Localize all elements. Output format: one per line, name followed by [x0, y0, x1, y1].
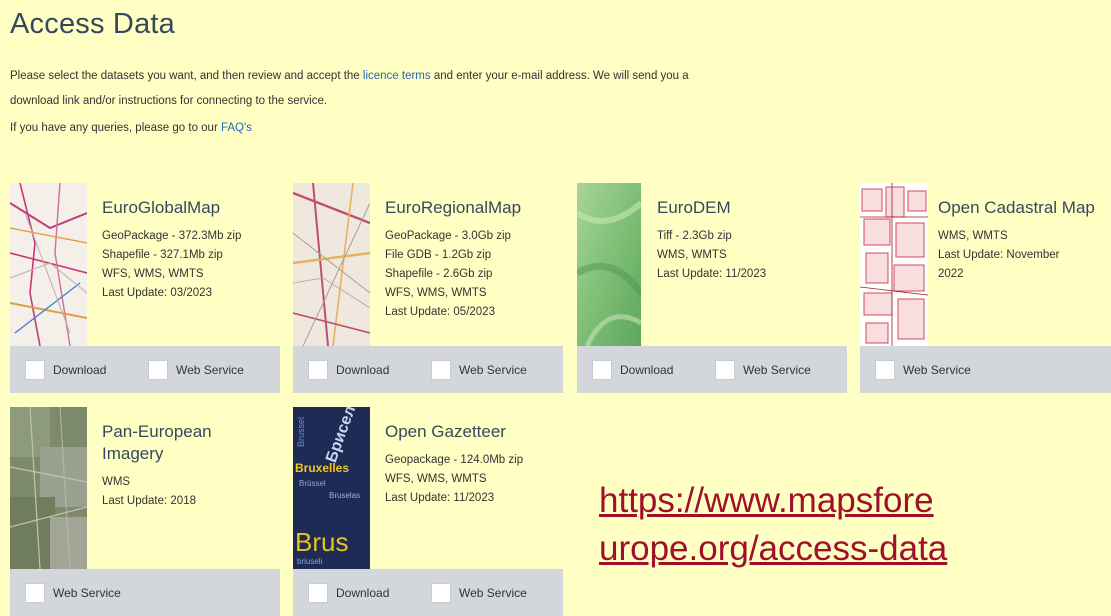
eurodem-info: EuroDEM Tiff - 2.3Gb zip WMS, WMTS Last …	[657, 197, 837, 284]
access-data-url-link[interactable]: https://www.mapsfore urope.org/access-dat…	[599, 477, 947, 573]
dataset-detail: Last Update: November	[938, 249, 1060, 261]
page-title: Access Data	[10, 8, 175, 40]
dataset-detail: WMS, WMTS	[938, 230, 1008, 242]
dataset-detail: WMS	[102, 476, 131, 488]
pan-european-imagery-thumbnail	[10, 407, 87, 569]
web-service-checkbox[interactable]	[431, 583, 451, 603]
web-service-option[interactable]: Web Service	[148, 359, 244, 381]
dataset-card-open-cadastral-map: Open Cadastral Map WMS, WMTS Last Update…	[860, 183, 1111, 393]
web-service-checkbox[interactable]	[25, 583, 45, 603]
gazetteer-word: Bruselas	[329, 491, 361, 500]
web-service-label: Web Service	[53, 586, 121, 600]
web-service-checkbox[interactable]	[148, 360, 168, 380]
dataset-name: Pan-European Imagery	[102, 422, 212, 463]
download-option[interactable]: Download	[25, 359, 106, 381]
dataset-options-bar: Web Service	[860, 346, 1111, 393]
web-service-label: Web Service	[743, 363, 811, 377]
web-service-option[interactable]: Web Service	[25, 582, 121, 604]
web-service-checkbox[interactable]	[715, 360, 735, 380]
euroregionalmap-thumbnail	[293, 183, 370, 346]
dataset-name: Open Cadastral Map	[938, 198, 1095, 217]
dataset-detail: Last Update: 11/2023	[657, 268, 767, 280]
dataset-name: EuroGlobalMap	[102, 198, 221, 217]
dataset-detail: Geopackage - 124.0Mb zip	[385, 454, 524, 466]
pan-european-imagery-info: Pan-European Imagery WMS Last Update: 20…	[102, 421, 282, 511]
dataset-name: Open Gazetteer	[385, 422, 506, 441]
dataset-detail: Last Update: 11/2023	[385, 492, 495, 504]
web-service-option[interactable]: Web Service	[715, 359, 811, 381]
euroregionalmap-info: EuroRegionalMap GeoPackage - 3.0Gb zip F…	[385, 197, 565, 322]
licence-terms-link[interactable]: licence terms	[363, 70, 431, 82]
intro-text-before: Please select the datasets you want, and…	[10, 70, 363, 82]
dataset-card-eurodem: EuroDEM Tiff - 2.3Gb zip WMS, WMTS Last …	[577, 183, 847, 393]
euroglobalmap-info: EuroGlobalMap GeoPackage - 372.3Mb zip S…	[102, 197, 282, 303]
dataset-options-bar: Download Web Service	[293, 569, 563, 616]
web-service-checkbox[interactable]	[431, 360, 451, 380]
web-service-label: Web Service	[903, 363, 971, 377]
web-service-checkbox[interactable]	[875, 360, 895, 380]
gazetteer-word: Brüssel	[299, 479, 326, 488]
gazetteer-word: Brussel	[296, 416, 306, 447]
dataset-detail: WFS, WMS, WMTS	[385, 473, 487, 485]
dataset-detail: Tiff - 2.3Gb zip	[657, 230, 732, 242]
dataset-name: EuroDEM	[657, 198, 731, 217]
web-service-label: Web Service	[459, 586, 527, 600]
dataset-detail: GeoPackage - 372.3Mb zip	[102, 230, 242, 242]
download-checkbox[interactable]	[308, 583, 328, 603]
web-service-option[interactable]: Web Service	[431, 582, 527, 604]
download-label: Download	[336, 363, 390, 377]
download-option[interactable]: Download	[592, 359, 673, 381]
download-option[interactable]: Download	[308, 582, 389, 604]
dataset-card-pan-european-imagery: Pan-European Imagery WMS Last Update: 20…	[10, 407, 280, 616]
dataset-detail: File GDB - 1.2Gb zip	[385, 249, 492, 261]
gazetteer-word: Брисел	[323, 407, 360, 465]
dataset-card-euroglobalmap: EuroGlobalMap GeoPackage - 372.3Mb zip S…	[10, 183, 280, 393]
download-checkbox[interactable]	[592, 360, 612, 380]
dataset-detail: 2022	[938, 268, 964, 280]
dataset-options-bar: Download Web Service	[577, 346, 847, 393]
url-line-2: urope.org/access-data	[599, 529, 948, 568]
download-label: Download	[620, 363, 674, 377]
dataset-card-open-gazetteer: Brussel Брисел Bruxelles Brüssel Brusela…	[293, 407, 563, 616]
open-gazetteer-info: Open Gazetteer Geopackage - 124.0Mb zip …	[385, 421, 565, 508]
dataset-detail: WFS, WMS, WMTS	[385, 287, 487, 299]
dataset-name: EuroRegionalMap	[385, 198, 522, 217]
gazetteer-word: Brus	[295, 527, 349, 557]
open-gazetteer-thumbnail: Brussel Брисел Bruxelles Brüssel Brusela…	[293, 407, 370, 569]
dataset-detail: WMS, WMTS	[657, 249, 727, 261]
dataset-card-euroregionalmap: EuroRegionalMap GeoPackage - 3.0Gb zip F…	[293, 183, 563, 393]
euroglobalmap-thumbnail	[10, 183, 87, 346]
web-service-label: Web Service	[176, 363, 244, 377]
url-line-1: https://www.mapsfore	[599, 481, 934, 520]
dataset-options-bar: Download Web Service	[10, 346, 280, 393]
download-checkbox[interactable]	[308, 360, 328, 380]
faq-link[interactable]: FAQ's	[221, 122, 252, 134]
dataset-detail: GeoPackage - 3.0Gb zip	[385, 230, 511, 242]
open-cadastral-map-info: Open Cadastral Map WMS, WMTS Last Update…	[938, 197, 1111, 284]
dataset-options-bar: Web Service	[10, 569, 280, 616]
web-service-option[interactable]: Web Service	[431, 359, 527, 381]
download-label: Download	[336, 586, 390, 600]
queries-text-label: If you have any queries, please go to ou…	[10, 122, 221, 134]
download-option[interactable]: Download	[308, 359, 389, 381]
dataset-detail: WFS, WMS, WMTS	[102, 268, 204, 280]
web-service-option[interactable]: Web Service	[875, 359, 971, 381]
dataset-detail: Last Update: 05/2023	[385, 306, 495, 318]
download-label: Download	[53, 363, 107, 377]
intro-text: Please select the datasets you want, and…	[10, 64, 690, 114]
gazetteer-word: Bruxelles	[295, 461, 350, 475]
eurodem-thumbnail	[577, 183, 641, 346]
dataset-detail: Last Update: 2018	[102, 495, 196, 507]
dataset-detail: Last Update: 03/2023	[102, 287, 212, 299]
dataset-detail: Shapefile - 327.1Mb zip	[102, 249, 223, 261]
gazetteer-word: briuseli	[297, 557, 323, 566]
dataset-options-bar: Download Web Service	[293, 346, 563, 393]
download-checkbox[interactable]	[25, 360, 45, 380]
dataset-detail: Shapefile - 2.6Gb zip	[385, 268, 493, 280]
open-cadastral-map-thumbnail	[860, 183, 928, 346]
queries-text: If you have any queries, please go to ou…	[10, 122, 252, 134]
web-service-label: Web Service	[459, 363, 527, 377]
